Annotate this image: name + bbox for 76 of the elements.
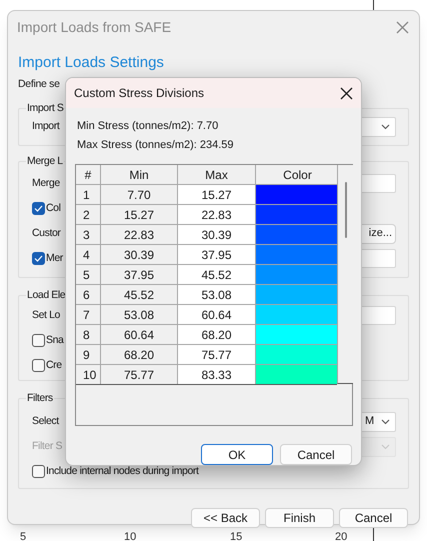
table-cell: 22.83 bbox=[178, 205, 255, 224]
intro-text: Define se bbox=[18, 77, 60, 92]
max-stress-text: Max Stress (tonnes/m2): 234.59 bbox=[76, 138, 234, 153]
table-cell: 15.27 bbox=[101, 205, 177, 224]
check-icon bbox=[34, 205, 43, 212]
scrollbar-thumb[interactable] bbox=[345, 182, 347, 238]
field-label: Set Lo bbox=[32, 308, 60, 323]
table-cell: 75.77 bbox=[101, 365, 177, 384]
dialog-button[interactable]: << Back bbox=[191, 508, 260, 528]
dialog-button[interactable]: OK bbox=[201, 444, 273, 465]
chevron-icon bbox=[381, 418, 390, 424]
table-cell: 37.95 bbox=[101, 265, 177, 284]
row-number: 9 bbox=[76, 345, 100, 364]
table-cell: 53.08 bbox=[178, 285, 255, 304]
column-header: # bbox=[76, 165, 100, 184]
row-number: 3 bbox=[76, 225, 100, 244]
row-number: 10 bbox=[76, 365, 100, 384]
axis-label: 10 bbox=[124, 531, 136, 541]
table-cell: 83.33 bbox=[178, 365, 255, 384]
row-number: 7 bbox=[76, 305, 100, 324]
table-cell: 60.64 bbox=[101, 325, 177, 344]
table-cell: 22.83 bbox=[101, 225, 177, 244]
axis-label: 5 bbox=[20, 531, 26, 541]
row-number: 2 bbox=[76, 205, 100, 224]
field-label: Custor bbox=[32, 226, 61, 241]
table-cell: 68.20 bbox=[178, 325, 255, 344]
table-cell: 60.64 bbox=[178, 305, 255, 324]
scrollbar-track[interactable] bbox=[337, 165, 353, 384]
group-title: Import S bbox=[26, 101, 64, 116]
dialog-button[interactable]: Cancel bbox=[280, 444, 352, 465]
table-cell: 45.52 bbox=[101, 285, 177, 304]
table-cell: 7.70 bbox=[101, 185, 177, 204]
dialog-title: Custom Stress Divisions bbox=[74, 85, 204, 102]
dialog-button[interactable]: Finish bbox=[265, 508, 334, 528]
field-label: Import bbox=[32, 118, 60, 134]
table-cell: 75.77 bbox=[178, 345, 255, 364]
checkbox-label: Mer bbox=[46, 250, 63, 266]
min-stress-text: Min Stress (tonnes/m2): 7.70 bbox=[76, 119, 218, 134]
checkbox-label: Sna bbox=[46, 332, 64, 348]
row-number: 5 bbox=[76, 265, 100, 284]
row-number: 4 bbox=[76, 245, 100, 264]
chevron-icon bbox=[381, 124, 390, 130]
group-title: Merge L bbox=[26, 154, 64, 169]
checkbox[interactable] bbox=[32, 465, 45, 478]
row-number: 1 bbox=[76, 185, 100, 204]
field-label: Merge bbox=[32, 176, 60, 191]
check-icon bbox=[34, 255, 43, 262]
dropdown-value: M bbox=[364, 414, 374, 430]
row-number: 8 bbox=[76, 325, 100, 344]
checkbox[interactable] bbox=[32, 202, 45, 215]
table-cell: 68.20 bbox=[101, 345, 177, 364]
table-cell: 30.39 bbox=[178, 225, 255, 244]
checkbox-label: Include internal nodes during import bbox=[46, 464, 199, 479]
column-header: Max bbox=[178, 165, 255, 184]
column-header: Color bbox=[256, 165, 339, 184]
table-cell: 37.95 bbox=[178, 245, 255, 264]
checkbox-label: Col bbox=[46, 200, 61, 216]
dialog-button[interactable]: Cancel bbox=[339, 508, 408, 528]
axis-label: 20 bbox=[335, 531, 348, 541]
table-cell: 45.52 bbox=[178, 265, 255, 284]
checkbox[interactable] bbox=[32, 359, 45, 372]
field-label: Filter S bbox=[32, 438, 62, 454]
checkbox-label: Cre bbox=[46, 358, 62, 373]
table-cell: 30.39 bbox=[101, 245, 177, 264]
chevron-icon bbox=[381, 444, 390, 450]
table-cell: 15.27 bbox=[178, 185, 255, 204]
column-header: Min bbox=[101, 165, 177, 184]
close-icon[interactable] bbox=[340, 86, 353, 100]
field-label: Select bbox=[32, 414, 59, 429]
window-title: Import Loads from SAFE bbox=[17, 18, 172, 37]
section-heading: Import Loads Settings bbox=[18, 53, 165, 73]
checkbox[interactable] bbox=[32, 334, 45, 347]
axis-label: 15 bbox=[230, 531, 242, 541]
checkbox[interactable] bbox=[32, 252, 45, 265]
table-cell: 53.08 bbox=[101, 305, 177, 324]
row-number: 6 bbox=[76, 285, 100, 304]
